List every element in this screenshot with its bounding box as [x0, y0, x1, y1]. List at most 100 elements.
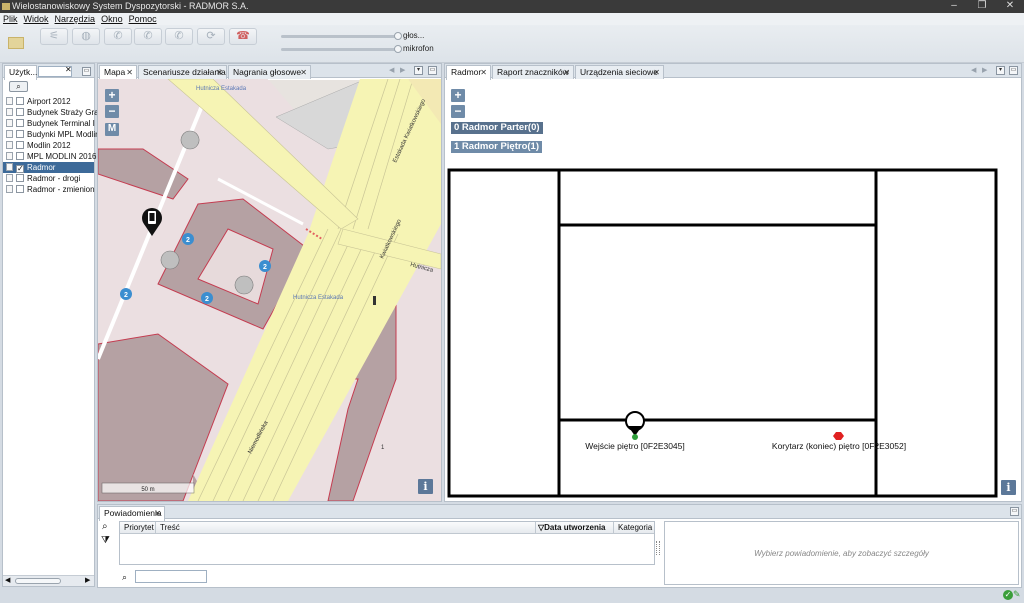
maximize-panel-icon[interactable]: ▭ — [428, 66, 437, 75]
horizontal-scrollbar[interactable]: ◀ ▶ — [3, 575, 94, 586]
layer-checkbox[interactable] — [16, 119, 24, 127]
menu-pomoc[interactable]: Pomoc — [129, 14, 157, 24]
tab-voice-recordings[interactable]: Nagrania głosowe ✕ — [228, 65, 311, 79]
call-icon[interactable]: ✆ — [104, 28, 132, 45]
map-canvas[interactable]: Hutnicza Estakada Estakada Kwiatkowskieg… — [98, 79, 441, 501]
mic-label: mikrofon — [403, 44, 434, 53]
layers-list: Airport 2012 Budynek Straży Gra Budynek … — [3, 94, 100, 574]
column-category[interactable]: Kategoria — [614, 522, 654, 534]
tab-scroll-left-icon[interactable]: ◀ — [389, 66, 394, 74]
floor-zoom-in-button[interactable]: + — [451, 89, 465, 102]
list-item[interactable]: Modlin 2012 — [6, 140, 71, 151]
scrollbar-thumb[interactable] — [15, 578, 61, 584]
map-mode-button[interactable]: M — [105, 123, 119, 136]
menu-plik[interactable]: Plik — [3, 14, 18, 24]
list-item[interactable]: Budynki MPL Modlin — [6, 129, 100, 140]
layer-checkbox[interactable] — [16, 185, 24, 193]
close-tab-icon[interactable]: ✕ — [300, 66, 307, 79]
folder-icon[interactable] — [8, 37, 24, 49]
list-item[interactable]: Radmor - drogi — [6, 173, 80, 184]
menu-narzedzia[interactable]: Narzędzia — [55, 14, 96, 24]
table-header: Priorytet Treść ▽Data utworzenia Kategor… — [120, 522, 654, 534]
page-icon — [6, 185, 13, 193]
maximize-panel-icon[interactable]: ▭ — [1009, 66, 1018, 75]
menu-widok[interactable]: Widok — [24, 14, 49, 24]
floor-button-parter[interactable]: 0 Radmor Parter(0) — [451, 122, 543, 134]
layer-checkbox[interactable] — [16, 141, 24, 149]
notifications-search-input[interactable] — [135, 570, 207, 583]
close-tab-icon[interactable]: ✕ — [480, 66, 487, 79]
minimize-panel-icon[interactable]: ▭ — [1010, 507, 1019, 516]
close-tab-icon[interactable]: ✕ — [154, 507, 161, 520]
mic-volume-slider[interactable] — [281, 48, 399, 51]
map-pin-gray-icon[interactable] — [234, 275, 254, 295]
search-icon[interactable]: ⌕ — [102, 521, 108, 532]
tab-scenarios[interactable]: Scenariusze działania ✕ — [138, 65, 227, 79]
close-tab-icon[interactable]: ✕ — [126, 66, 133, 79]
map-zoom-out-button[interactable]: − — [105, 105, 119, 118]
map-pin-gray-icon[interactable] — [180, 130, 200, 150]
list-item[interactable]: MPL MODLIN 2016 — [6, 151, 97, 162]
maximize-button[interactable]: ❐ — [972, 0, 992, 13]
filter-icon[interactable]: ⧩ — [101, 535, 110, 546]
floor-button-pietro[interactable]: 1 Radmor Piętro(1) — [451, 141, 542, 153]
floor-info-button[interactable]: i — [1001, 480, 1016, 495]
list-item[interactable]: Airport 2012 — [6, 96, 71, 107]
tab-list-icon[interactable]: ▾ — [996, 66, 1005, 75]
list-item[interactable]: Budynek Straży Gra — [6, 107, 99, 118]
close-window-button[interactable]: ✕ — [1000, 0, 1020, 13]
voice-volume-knob[interactable] — [394, 32, 402, 40]
ptt-icon[interactable]: ◍ — [72, 28, 100, 45]
layer-checkbox[interactable] — [16, 108, 24, 116]
tab-scroll-right-icon[interactable]: ▶ — [982, 66, 987, 74]
tab-map[interactable]: Mapa ✕ — [99, 65, 137, 80]
layer-checkbox-checked[interactable]: ✓ — [16, 165, 24, 173]
conference-call-icon[interactable]: ✆ — [134, 28, 162, 45]
marker-entrance-icon[interactable] — [625, 411, 645, 440]
column-content[interactable]: Treść — [156, 522, 536, 534]
tab-list-icon[interactable]: ▾ — [414, 66, 423, 75]
transfer-call-icon[interactable]: ✆ — [165, 28, 193, 45]
column-created-date[interactable]: ▽Data utworzenia — [536, 522, 614, 534]
minimize-panel-icon[interactable]: ▭ — [82, 67, 91, 76]
layer-checkbox[interactable] — [16, 97, 24, 105]
hangup-icon[interactable]: ☎ — [229, 28, 257, 45]
scroll-left-icon[interactable]: ◀ — [5, 576, 10, 584]
floor-zoom-out-button[interactable]: − — [451, 105, 465, 118]
mic-volume-knob[interactable] — [394, 45, 402, 53]
tab-network-devices[interactable]: Urządzenia sieciowe ✕ — [575, 65, 664, 79]
column-priority[interactable]: Priorytet — [120, 522, 156, 534]
close-tab-icon[interactable]: ✕ — [563, 66, 570, 79]
split-handle[interactable] — [656, 541, 660, 555]
menu-okno[interactable]: Okno — [101, 14, 123, 24]
radio-icon[interactable]: ⚟ — [40, 28, 68, 45]
map-pin-gray-icon[interactable] — [160, 250, 180, 270]
tab-scroll-right-icon[interactable]: ▶ — [400, 66, 405, 74]
layer-checkbox[interactable] — [16, 130, 24, 138]
tab-radmor[interactable]: Radmor ✕ — [446, 65, 491, 80]
layer-checkbox[interactable] — [16, 152, 24, 160]
voice-volume-slider[interactable] — [281, 35, 399, 38]
list-item-selected[interactable]: ✓ Radmor — [3, 162, 94, 173]
tab-scroll-left-icon[interactable]: ◀ — [971, 66, 976, 74]
marker-corridor-icon[interactable] — [833, 432, 844, 440]
scroll-right-icon[interactable]: ▶ — [85, 576, 90, 584]
search-layers-button[interactable]: ⌕ — [9, 81, 28, 92]
close-tab-icon[interactable]: ✕ — [653, 66, 660, 79]
layer-checkbox[interactable] — [16, 174, 24, 182]
close-icon[interactable]: ✕ — [65, 65, 72, 74]
hold-call-icon[interactable]: ⟳ — [197, 28, 225, 45]
tab-notifications[interactable]: Powiadomienia ✕ — [99, 506, 165, 521]
tab-users[interactable]: Użytk... — [4, 65, 37, 80]
layers-tabstrip: Użytk... ✕ ▭ — [3, 64, 94, 80]
map-info-button[interactable]: i — [418, 479, 433, 494]
list-item[interactable]: Radmor - zmienion — [6, 184, 95, 195]
floorplan-canvas[interactable]: Wejście piętro [0F2E3045] Korytarz (koni… — [445, 164, 1021, 501]
list-item[interactable]: Budynek Terminal I — [6, 118, 95, 129]
tab-marker-report[interactable]: Raport znaczników ✕ — [492, 65, 574, 79]
map-zoom-in-button[interactable]: + — [105, 89, 119, 102]
minimize-button[interactable]: – — [944, 0, 964, 13]
cluster-count: 2 — [186, 237, 190, 244]
voice-label: głos... — [403, 31, 425, 40]
close-tab-icon[interactable]: ✕ — [216, 66, 223, 79]
